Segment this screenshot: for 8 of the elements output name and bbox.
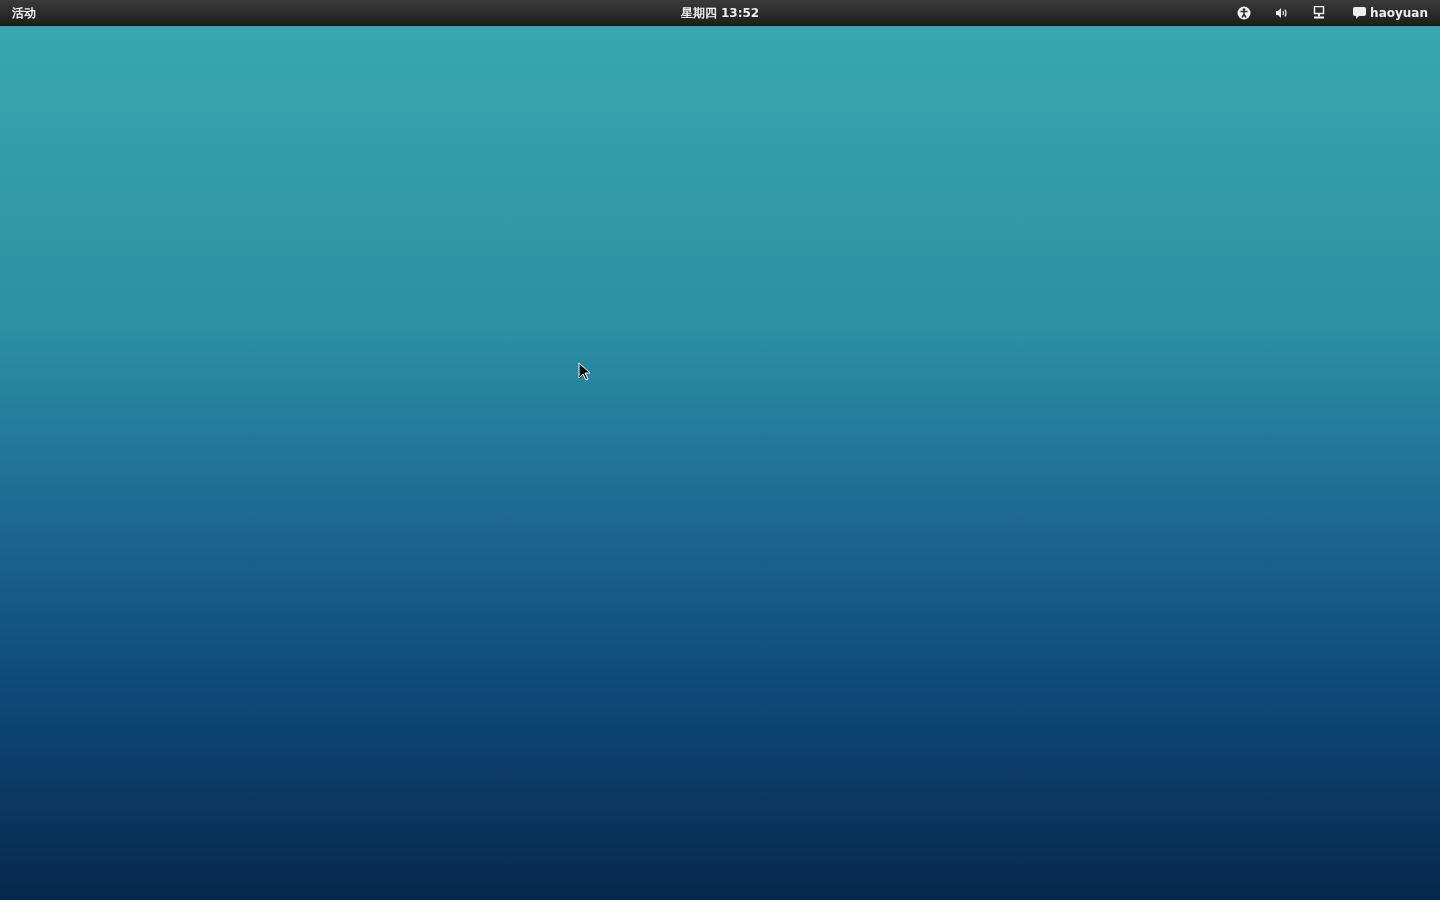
mouse-pointer-icon: [578, 362, 592, 382]
clock-button[interactable]: 星期四 13:52: [676, 2, 764, 23]
activities-button[interactable]: 活动: [8, 5, 40, 20]
volume-icon[interactable]: [1275, 6, 1290, 19]
network-icon[interactable]: [1313, 6, 1326, 19]
chat-bubble-icon: [1353, 6, 1367, 19]
accessibility-icon[interactable]: [1237, 5, 1252, 20]
user-menu-button[interactable]: haoyuan: [1349, 2, 1432, 23]
